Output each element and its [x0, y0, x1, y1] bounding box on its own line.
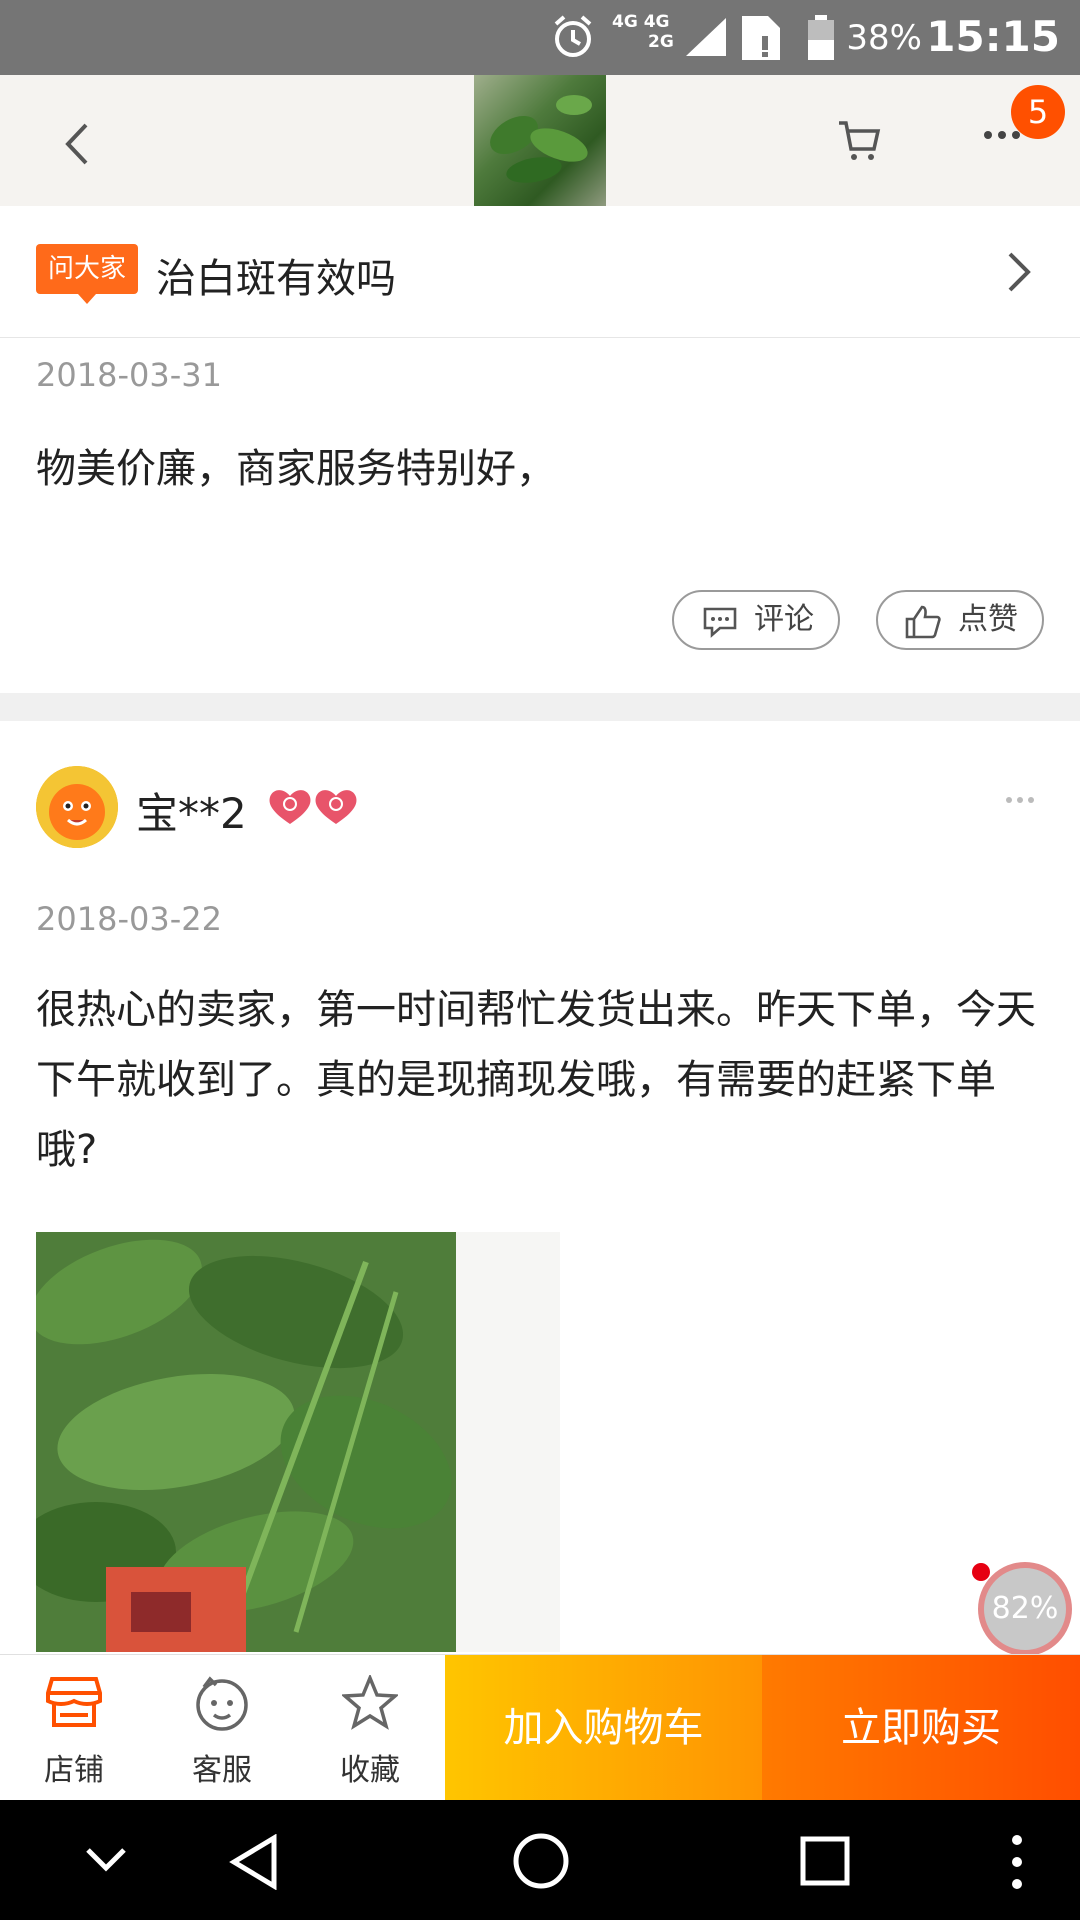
avatar[interactable]: [36, 766, 118, 848]
heart-level-icon: [269, 790, 357, 824]
customer-service-button[interactable]: 客服: [148, 1655, 296, 1801]
network-type-bottom: 2G: [648, 32, 674, 52]
review-date: 2018-03-31: [36, 356, 222, 394]
question-text: 治白斑有效吗: [156, 256, 396, 302]
thumbs-up-icon: [905, 605, 941, 639]
home-circle-icon[interactable]: [512, 1832, 570, 1890]
signal-icon: [686, 18, 726, 56]
customer-service-icon: [196, 1676, 248, 1731]
review-text: 物美价廉，商家服务特别好，: [36, 446, 556, 492]
review-photo[interactable]: [36, 1232, 560, 1652]
more-icon[interactable]: [982, 127, 1022, 143]
chevron-down-icon[interactable]: [84, 1846, 128, 1874]
review-more-icon[interactable]: [1004, 794, 1036, 806]
star-icon: [342, 1675, 398, 1730]
shop-label: 店铺: [44, 1753, 104, 1788]
chevron-right-icon: [1008, 252, 1031, 292]
comment-label: 评论: [754, 602, 814, 637]
network-indicator: 4G 4G 2G: [612, 12, 674, 52]
clock: 15:15: [926, 12, 1060, 61]
notification-dot: [972, 1563, 990, 1581]
cart-badge: 5: [1011, 85, 1065, 139]
shop-button[interactable]: 店铺: [0, 1655, 148, 1801]
ask-everyone-row[interactable]: 问大家 治白斑有效吗: [0, 206, 1080, 338]
overflow-menu-icon[interactable]: [1010, 1834, 1024, 1890]
recents-square-icon[interactable]: [800, 1836, 850, 1886]
buy-now-button[interactable]: 立即购买: [762, 1655, 1080, 1801]
top-bar: 5: [0, 75, 1080, 206]
like-button[interactable]: 点赞: [876, 590, 1044, 650]
comment-button[interactable]: 评论: [672, 590, 840, 650]
system-navigation-bar: [0, 1800, 1080, 1920]
add-to-cart-button[interactable]: 加入购物车: [445, 1655, 762, 1801]
review-date: 2018-03-22: [36, 900, 222, 938]
username[interactable]: 宝**2: [136, 780, 247, 841]
product-thumbnail[interactable]: [474, 75, 606, 206]
cart-icon[interactable]: [836, 117, 882, 163]
battery-percent: 38%: [846, 18, 922, 58]
network-type-top: 4G 4G: [612, 12, 670, 32]
back-triangle-icon[interactable]: [226, 1834, 282, 1890]
alarm-icon: [554, 15, 592, 57]
section-separator: [0, 693, 1080, 721]
ask-tag: 问大家: [36, 244, 138, 304]
status-bar: 4G 4G 2G 38% 15:15: [0, 0, 1080, 75]
battery-icon: [808, 15, 834, 60]
review-text: 很热心的卖家，第一时间帮忙发货出来。昨天下单，今天下午就收到了。真的是现摘现发哦…: [36, 987, 1036, 1173]
favorite-button[interactable]: 收藏: [296, 1655, 444, 1801]
like-label: 点赞: [958, 602, 1018, 637]
loading-progress-indicator[interactable]: 82%: [978, 1562, 1072, 1656]
shop-icon: [46, 1677, 102, 1727]
bottom-action-bar: 店铺 客服 收藏 加入购物车 立即购买: [0, 1654, 1080, 1801]
back-icon[interactable]: [58, 119, 98, 169]
favorite-label: 收藏: [340, 1753, 400, 1788]
comment-icon: [703, 607, 737, 638]
customer-service-label: 客服: [192, 1753, 252, 1788]
sim-card-icon: [742, 16, 780, 60]
